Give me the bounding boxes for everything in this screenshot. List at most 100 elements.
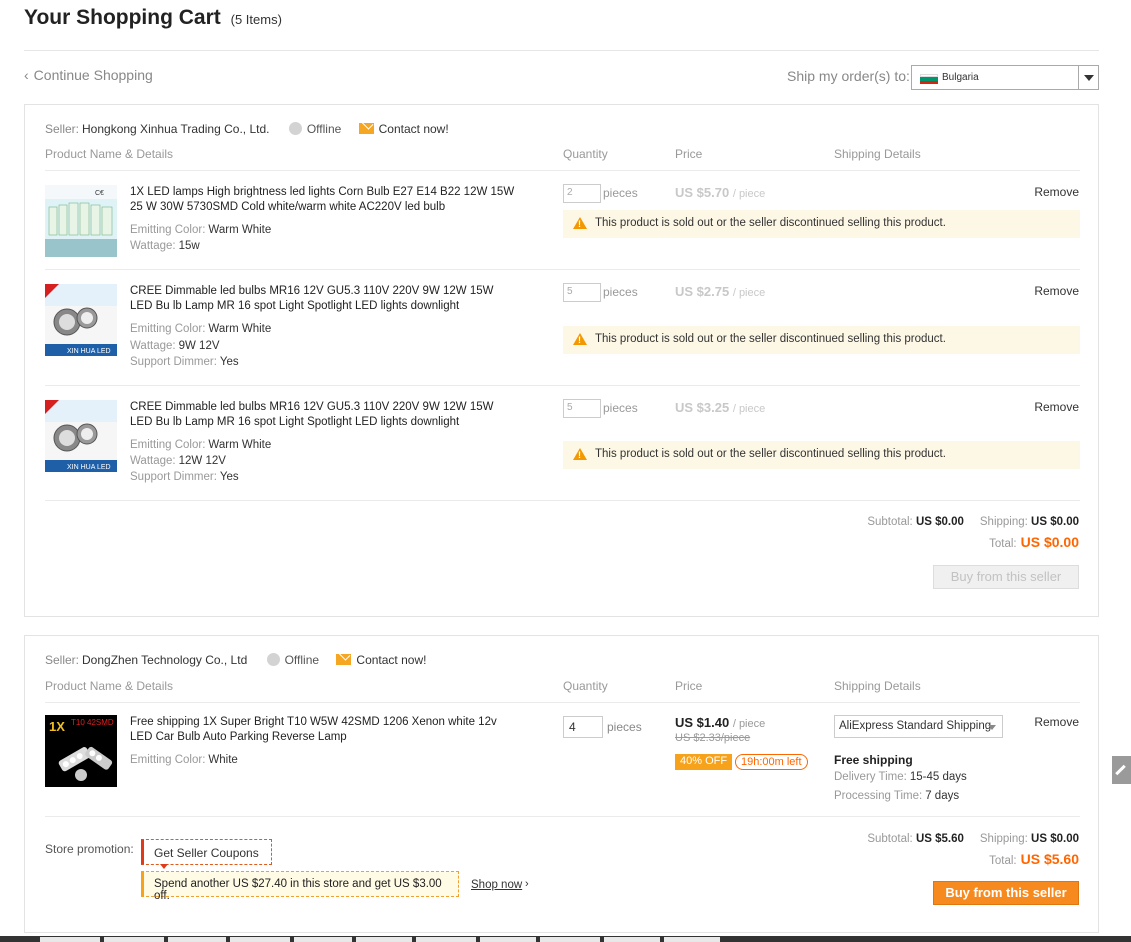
free-shipping-label: Free shipping [834,753,913,767]
taskbar-tab[interactable] [416,937,476,942]
shipping-method-select[interactable]: AliExpress Standard Shipping [834,715,1003,738]
quantity-input[interactable]: 4 [563,716,603,738]
attr-wattage: Wattage: 15w [130,240,200,252]
spend-promotion: Spend another US $27.40 in this store an… [141,871,459,902]
divider [45,702,1080,703]
product-name-link[interactable]: 1X LED lamps High brightness led lights … [130,185,515,215]
warning-text: This product is sold out or the seller d… [595,333,946,345]
attr-value: Yes [219,471,239,483]
subtotal-line: Subtotal: US $0.00 Shipping: US $0.00 [867,516,1079,528]
sold-out-warning: This product is sold out or the seller d… [563,441,1080,469]
corn-bulb-image: C€ [45,185,117,257]
warning-icon [573,217,587,229]
original-price: US $2.33/piece [675,732,751,744]
product-name-link[interactable]: CREE Dimmable led bulbs MR16 12V GU5.3 1… [130,400,515,430]
product-name-link[interactable]: CREE Dimmable led bulbs MR16 12V GU5.3 1… [130,284,515,314]
attr-emitting-color: Emitting Color: Warm White [130,323,271,335]
quantity-unit: pieces [607,720,642,734]
taskbar-tab[interactable] [604,937,660,942]
delivery-value: 15-45 days [909,771,967,783]
taskbar-tab[interactable] [104,937,164,942]
offline-icon [288,122,302,135]
header-divider [24,50,1099,51]
remove-button[interactable]: Remove [1034,715,1079,729]
offline-icon [266,653,280,666]
item-price: US $3.25 / piece [675,400,765,415]
attr-value: Yes [219,356,239,368]
country-value: Bulgaria [942,72,979,83]
spotlight-bulb-image: XIN HUA LED [45,284,117,356]
warning-text: This product is sold out or the seller d… [595,217,946,229]
col-shipping: Shipping Details [834,679,921,693]
edit-pencil-icon[interactable] [1112,756,1131,784]
chevron-down-icon[interactable] [1078,66,1098,89]
quantity-input[interactable]: 5 [563,399,601,418]
item-price: US $2.75 / piece [675,284,765,299]
buy-from-seller-button[interactable]: Buy from this seller [933,565,1079,589]
remove-button[interactable]: Remove [1034,284,1079,298]
seller-name[interactable]: DongZhen Technology Co., Ltd [82,653,247,667]
attr-support-dimmer: Support Dimmer: Yes [130,356,239,368]
total-label: Total: [989,855,1017,867]
warning-icon [573,333,587,345]
page-title: Your Shopping Cart (5 Items) [24,6,282,30]
divider [45,500,1080,501]
attr-value: Warm White [208,224,272,236]
taskbar-tab[interactable] [356,937,412,942]
taskbar-tab[interactable] [40,937,100,942]
attr-emitting-color: Emitting Color: White [130,754,238,766]
remove-button[interactable]: Remove [1034,400,1079,414]
continue-shopping-link[interactable]: ‹ Continue Shopping [24,67,153,83]
subtotal-label: Subtotal: [867,516,913,528]
continue-shopping-label: Continue Shopping [33,67,153,83]
country-select[interactable]: Bulgaria [911,65,1099,90]
product-name-link[interactable]: Free shipping 1X Super Bright T10 W5W 42… [130,715,515,745]
attr-value: Warm White [208,323,272,335]
store-promotion-label: Store promotion: [45,842,134,856]
quantity-input[interactable]: 2 [563,184,601,203]
shipping-label: Shipping: [979,516,1028,528]
contact-now-link[interactable]: Contact now! [336,653,426,667]
product-thumbnail[interactable]: XIN HUA LED [45,284,117,356]
attr-value: Warm White [208,439,272,451]
store-panel-1: Seller: Hongkong Xinhua Trading Co., Ltd.… [24,104,1099,617]
taskbar-tab[interactable] [230,937,290,942]
quantity-unit: pieces [603,186,638,200]
buy-from-seller-button[interactable]: Buy from this seller [933,881,1079,905]
attr-label: Wattage: [130,240,176,252]
price-unit: / piece [732,403,766,415]
quantity-input[interactable]: 5 [563,283,601,302]
divider [45,170,1080,171]
col-quantity: Quantity [563,147,608,161]
sold-out-warning: This product is sold out or the seller d… [563,210,1080,238]
get-seller-coupons-button[interactable]: Get Seller Coupons [141,839,272,869]
total-value: US $0.00 [1020,534,1079,550]
divider [45,385,1080,386]
taskbar-tab[interactable] [294,937,352,942]
seller-label: Seller: [45,653,80,667]
subtotal-value: US $5.60 [915,833,964,845]
taskbar-tab[interactable] [540,937,600,942]
attr-emitting-color: Emitting Color: Warm White [130,439,271,451]
product-thumbnail[interactable]: XIN HUA LED [45,400,117,472]
seller-name[interactable]: Hongkong Xinhua Trading Co., Ltd. [82,122,269,136]
warning-icon [573,448,587,460]
remove-button[interactable]: Remove [1034,185,1079,199]
taskbar-tab[interactable] [480,937,536,942]
contact-now-link[interactable]: Contact now! [358,122,449,136]
svg-text:XIN HUA LED: XIN HUA LED [67,348,111,355]
item-price: US $5.70 / piece [675,185,765,200]
shipping-value: US $0.00 [1031,833,1079,845]
attr-emitting-color: Emitting Color: Warm White [130,224,271,236]
product-thumbnail[interactable]: 1X T10 42SMD [45,715,117,787]
col-product: Product Name & Details [45,147,174,161]
price-value: US $2.75 [675,284,730,299]
quantity-unit: pieces [603,401,638,415]
chevron-right-icon[interactable]: › [525,878,529,890]
taskbar-tab[interactable] [168,937,226,942]
shop-now-link[interactable]: Shop now [471,879,522,891]
status-text: Offline [284,653,320,667]
product-thumbnail[interactable]: C€ [45,185,117,257]
seller-line: Seller: DongZhen Technology Co., Ltd Offl… [45,653,426,667]
taskbar-tab[interactable] [664,937,720,942]
